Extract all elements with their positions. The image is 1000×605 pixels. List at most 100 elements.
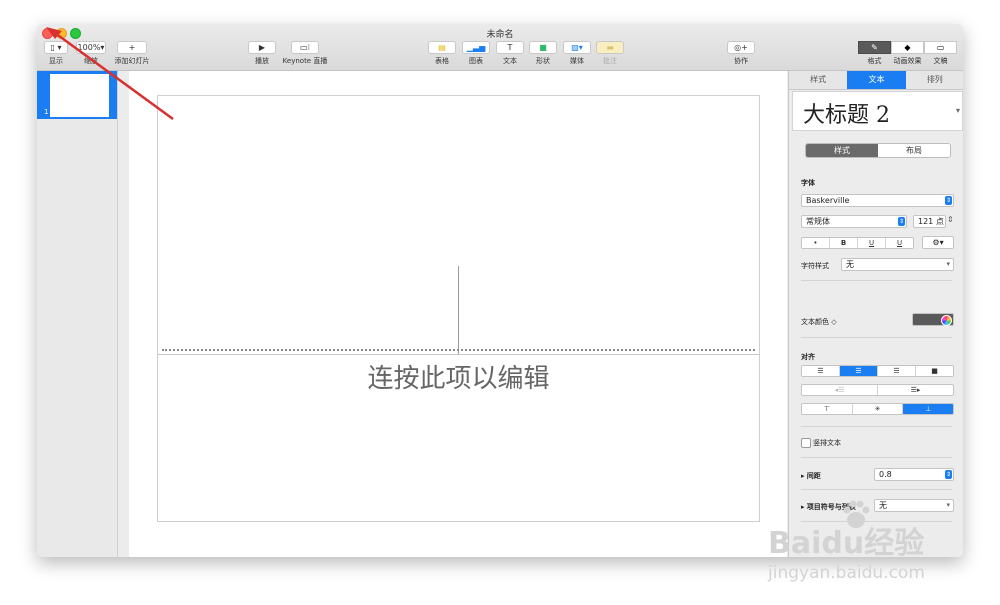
align-top-icon[interactable]: ⊤ <box>802 404 853 414</box>
slide-navigator: 1 <box>37 71 118 557</box>
font-size-field[interactable]: 121 点 <box>913 215 946 228</box>
text-icon: T <box>496 41 524 54</box>
bold-button[interactable]: B <box>830 238 858 248</box>
add-slide-tool[interactable]: + 添加幻灯片 <box>113 41 151 66</box>
subtab-layout[interactable]: 布局 <box>878 144 950 157</box>
comment-label: 批注 <box>603 57 617 65</box>
increase-indent-icon[interactable]: ☰▸ <box>878 385 953 395</box>
format-inspector: 样式 文本 排列 大标题 2 ▾ 样式 布局 字体 Baskerville ⇕ … <box>788 71 963 557</box>
document-label: 文稿 <box>933 57 948 65</box>
font-weight-select[interactable]: 常规体 ⇕ <box>801 215 907 228</box>
align-bottom-icon[interactable]: ⊥ <box>903 404 953 414</box>
table-icon: ▤ <box>428 41 456 54</box>
bullets-select[interactable]: 无 ▾ <box>874 499 954 512</box>
collaborate-tool[interactable]: ◎+ 协作 <box>726 41 756 66</box>
chart-icon: ▁▃▅ <box>462 41 490 54</box>
view-label: 显示 <box>49 57 63 65</box>
chevron-down-icon: ▾ <box>946 501 950 509</box>
text-label: 文本 <box>503 57 517 65</box>
slide-number: 1 <box>44 108 49 116</box>
slide-thumbnail[interactable] <box>50 74 109 117</box>
table-tool[interactable]: ▤ 表格 <box>427 41 457 66</box>
select-arrows-icon: ⇕ <box>945 196 952 205</box>
comment-icon: ▬ <box>596 41 624 54</box>
select-arrows-icon: ⇕ <box>945 470 952 479</box>
char-style-value: 无 <box>846 260 854 269</box>
text-cursor <box>458 266 459 354</box>
spacing-label: 间距 <box>806 472 821 480</box>
double-underline-button[interactable]: U <box>886 238 913 248</box>
baidu-watermark: Baidu经验 <box>768 526 925 561</box>
bullets-value: 无 <box>879 501 887 510</box>
gear-icon: ⚙ <box>932 238 940 247</box>
view-tool[interactable]: ▯ ▾ 显示 <box>42 41 70 66</box>
text-color-swatch[interactable] <box>912 313 954 326</box>
slide-canvas-area: 连按此项以编辑 <box>118 71 865 557</box>
animate-diamond-icon[interactable]: ◆ <box>891 41 924 54</box>
add-slide-label: 添加幻灯片 <box>114 57 150 65</box>
chart-tool[interactable]: ▁▃▅ 图表 <box>461 41 491 66</box>
align-center-icon[interactable]: ☰ <box>840 366 878 376</box>
section-divider <box>801 337 952 338</box>
body-placeholder[interactable]: 连按此项以编辑 <box>158 358 759 395</box>
zoom-tool[interactable]: 100% ▾ 缩放 <box>76 41 106 66</box>
placeholder-border <box>162 349 755 351</box>
keynote-live-label: Keynote 直播 <box>282 57 328 65</box>
tab-text[interactable]: 文本 <box>847 71 906 89</box>
canvas: 连按此项以编辑 <box>129 71 787 557</box>
alignment-header: 对齐 <box>801 353 815 361</box>
media-icon: ▨▾ <box>563 41 591 54</box>
style-layout-switch: 样式 布局 <box>805 143 951 158</box>
table-label: 表格 <box>435 57 449 65</box>
underline-button[interactable]: U <box>858 238 886 248</box>
inspector-switcher: ✎ ◆ ▭ 格式 动画效果 文稿 <box>858 41 958 66</box>
play-tool[interactable]: ▶ 播放 <box>247 41 277 66</box>
color-wheel-icon[interactable] <box>941 315 952 326</box>
shape-label: 形状 <box>536 57 550 65</box>
horizontal-alignment: ☰ ☰ ☰ ■ <box>801 365 954 377</box>
zoom-select[interactable]: 100% ▾ <box>76 41 106 54</box>
align-left-icon[interactable]: ☰ <box>802 366 840 376</box>
text-options-button[interactable]: ⚙▾ <box>922 236 954 249</box>
paragraph-style-menu[interactable]: 大标题 2 ▾ <box>792 91 963 131</box>
media-tool[interactable]: ▨▾ 媒体 <box>562 41 592 66</box>
bullet-button[interactable]: • <box>802 238 830 248</box>
spacing-disclosure[interactable]: ▸ 间距 <box>801 471 821 481</box>
zoom-value: 100% <box>77 43 101 52</box>
comment-tool[interactable]: ▬ 批注 <box>595 41 625 66</box>
vertical-text-checkbox[interactable] <box>801 438 811 448</box>
font-size-stepper[interactable]: ⇕ <box>947 215 954 224</box>
collaborate-label: 协作 <box>734 57 748 65</box>
char-style-label: 字符样式 <box>801 262 829 270</box>
font-family-select[interactable]: Baskerville ⇕ <box>801 194 954 207</box>
format-brush-icon[interactable]: ✎ <box>858 41 891 54</box>
char-style-select[interactable]: 无 ▾ <box>841 258 954 271</box>
chevron-down-icon: ▾ <box>955 106 960 115</box>
keynote-live-tool[interactable]: ▭⁝ Keynote 直播 <box>280 41 330 66</box>
spacing-field[interactable]: 0.8 ⇕ <box>874 468 954 481</box>
section-divider <box>801 426 952 427</box>
chart-label: 图表 <box>469 57 483 65</box>
section-divider <box>801 457 952 458</box>
text-tool[interactable]: T 文本 <box>495 41 525 66</box>
tab-arrange[interactable]: 排列 <box>906 71 963 89</box>
align-middle-icon[interactable]: ✳ <box>852 404 904 414</box>
placeholder-divider <box>158 354 759 355</box>
tab-style[interactable]: 样式 <box>789 71 847 89</box>
decrease-indent-icon[interactable]: ◂☰ <box>802 385 878 395</box>
font-weight-value: 常规体 <box>806 217 830 226</box>
character-format-buttons: • B U U <box>801 237 914 249</box>
paragraph-style-name: 大标题 2 <box>803 103 890 128</box>
align-right-icon[interactable]: ☰ <box>878 366 916 376</box>
font-header: 字体 <box>801 179 815 187</box>
shape-tool[interactable]: ■ 形状 <box>528 41 558 66</box>
font-family-value: Baskerville <box>806 196 850 205</box>
keynote-window: 未命名 ▯ ▾ 显示 100% ▾ 缩放 + 添加幻灯片 ▶ 播放 ▭⁝ Keyn… <box>37 24 963 557</box>
justify-icon[interactable]: ■ <box>916 366 953 376</box>
slide-thumbnail-selected[interactable]: 1 <box>37 71 117 119</box>
subtab-style[interactable]: 样式 <box>806 144 878 157</box>
vertical-text-label: 竖排文本 <box>813 439 841 447</box>
play-label: 播放 <box>255 57 269 65</box>
slide[interactable]: 连按此项以编辑 <box>157 95 760 522</box>
document-icon[interactable]: ▭ <box>924 41 957 54</box>
